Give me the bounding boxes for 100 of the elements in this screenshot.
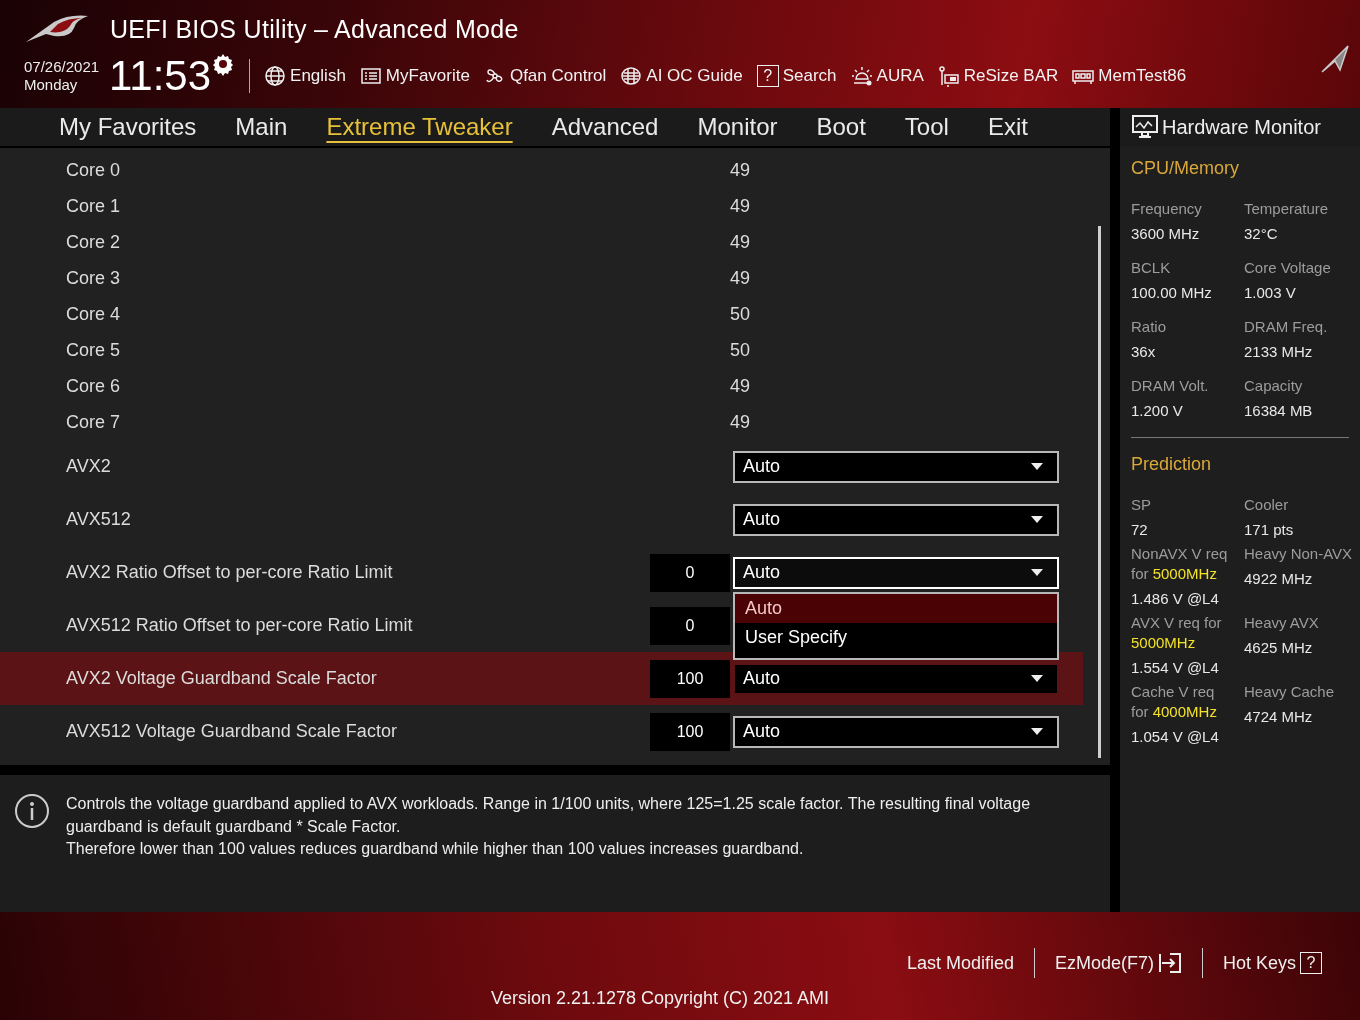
metric-value: 2133 MHz <box>1244 343 1314 360</box>
setting-value: 50 <box>730 303 752 325</box>
metric-label: Core Voltage <box>1244 258 1332 278</box>
number-field[interactable]: 0 <box>650 553 730 592</box>
setting-label: Core 6 <box>66 375 122 397</box>
metric-label: Capacity <box>1244 376 1304 396</box>
toolbar-button[interactable]: AI OC Guide <box>620 65 743 87</box>
metric-value: 3600 MHz <box>1131 225 1201 242</box>
setting-value: 49 <box>730 231 752 253</box>
dropdown[interactable]: Auto <box>733 450 1059 483</box>
light-icon <box>850 65 873 87</box>
metric-label: BCLK <box>1131 258 1172 278</box>
setting-label: AVX2 <box>66 456 112 477</box>
setting-label: Core 7 <box>66 411 122 433</box>
tab[interactable]: Main <box>235 110 308 144</box>
toolbar-button[interactable]: ReSize BAR <box>937 65 1059 87</box>
metric-value: 4724 MHz <box>1244 708 1314 725</box>
tab[interactable]: Exit <box>987 110 1048 144</box>
caret-icon <box>1031 675 1043 682</box>
dropdown[interactable]: Auto <box>733 715 1059 748</box>
panel-title: Hardware Monitor <box>1162 115 1321 139</box>
metric-label: DRAM Freq. <box>1244 317 1329 337</box>
metric-label: Cooler <box>1244 495 1290 515</box>
metric-value: 32°C <box>1244 225 1279 242</box>
metric-label: Temperature <box>1244 199 1330 219</box>
scrollbar[interactable] <box>1098 226 1101 758</box>
setting-label: Core 4 <box>66 303 122 325</box>
settings-icon <box>211 52 236 76</box>
dropdown[interactable]: Auto <box>733 662 1059 695</box>
info-icon <box>14 793 50 829</box>
metric-label: SP <box>1131 495 1152 515</box>
toolbar-button[interactable]: AURA <box>850 65 924 87</box>
globe-icon <box>264 65 287 87</box>
footer-button[interactable]: EzMode(F7) <box>1034 952 1202 974</box>
metric-value: 1.054 V @L4 <box>1131 728 1220 745</box>
setting-value: 49 <box>730 267 752 289</box>
cursor-icon <box>1318 42 1352 76</box>
metric-label: Heavy Cache <box>1244 682 1336 702</box>
tab[interactable]: Monitor <box>697 110 798 144</box>
monitor-icon <box>1132 115 1158 139</box>
clock-time: 11:53 <box>109 54 212 98</box>
toolbar-button[interactable]: MyFavorite <box>359 65 470 87</box>
metric-value: 1.003 V <box>1244 284 1297 301</box>
setting-label: Core 0 <box>66 159 122 181</box>
footer-button[interactable]: Last Modified <box>886 952 1034 974</box>
setting-label: Core 3 <box>66 267 122 289</box>
section-title: CPU/Memory <box>1131 158 1240 179</box>
metric-value: 72 <box>1131 521 1149 538</box>
date-text: 07/26/2021 <box>24 58 100 76</box>
metric-value: 16384 MB <box>1244 402 1314 419</box>
metric-label: Frequency <box>1131 199 1203 219</box>
toolbar-button[interactable]: Qfan Control <box>483 65 607 87</box>
dropdown-value: Auto <box>743 562 781 583</box>
setting-value: 49 <box>730 375 752 397</box>
card-icon <box>937 65 960 87</box>
tab[interactable]: Tool <box>904 110 969 144</box>
setting-label: AVX512 <box>66 509 132 530</box>
setting-label: AVX512 Voltage Guardband Scale Factor <box>66 721 398 742</box>
toolbar-button[interactable]: English <box>264 65 346 87</box>
caret-icon <box>1031 463 1043 470</box>
dropdown[interactable]: Auto <box>733 556 1059 589</box>
metric-value: 1.486 V @L4 <box>1131 590 1220 607</box>
metric-value: 100.00 MHz <box>1131 284 1213 301</box>
question-mark-icon: ? <box>756 65 779 87</box>
chip-icon <box>620 65 643 87</box>
metric-value: 1.554 V @L4 <box>1131 659 1220 676</box>
number-field[interactable]: 100 <box>650 659 730 698</box>
number-field[interactable]: 0 <box>650 606 730 645</box>
setting-label: AVX2 Ratio Offset to per-core Ratio Limit <box>66 562 394 583</box>
metric-value: 36x <box>1131 343 1157 360</box>
dropdown-option[interactable]: Auto <box>735 593 1057 623</box>
dropdown[interactable]: Auto <box>733 503 1059 536</box>
setting-label: Core 1 <box>66 195 122 217</box>
metric-label: Heavy Non-AVX <box>1244 544 1354 564</box>
metric-value: 1.200 V <box>1131 402 1184 419</box>
metric-label: Ratio <box>1131 317 1168 337</box>
caret-icon <box>1031 728 1043 735</box>
setting-label: Core 2 <box>66 231 122 253</box>
dropdown-value: Auto <box>743 456 781 477</box>
tab[interactable]: My Favorites <box>59 110 217 144</box>
setting-value: 49 <box>730 411 752 433</box>
selected-row[interactable]: AVX2 Voltage Guardband Scale Factor 100 Auto <box>0 652 1083 705</box>
number-field[interactable]: 100 <box>650 712 730 751</box>
setting-value: 49 <box>730 195 752 217</box>
toolbar-button[interactable]: ? Search <box>756 65 837 87</box>
question-mark-icon: ? <box>1300 952 1322 974</box>
tab[interactable]: Boot <box>816 110 886 144</box>
setting-label: AVX512 Ratio Offset to per-core Ratio Limit <box>66 615 414 636</box>
footer-button[interactable]: Hot Keys ? <box>1202 952 1342 974</box>
exit-icon <box>1157 952 1182 974</box>
metric-label: DRAM Volt. <box>1131 376 1210 396</box>
tab[interactable]: Advanced <box>551 110 679 144</box>
toolbar-button[interactable]: MemTest86 <box>1072 65 1187 87</box>
list-icon <box>359 65 382 87</box>
metric-label: Cache V req for 4000MHz <box>1131 682 1218 722</box>
day-text: Monday <box>24 76 79 94</box>
tab[interactable]: Extreme Tweaker <box>326 110 533 144</box>
metric-value: 4922 MHz <box>1244 570 1314 587</box>
caret-icon <box>1031 569 1043 576</box>
metric-label: NonAVX V req for 5000MHz <box>1131 544 1229 584</box>
